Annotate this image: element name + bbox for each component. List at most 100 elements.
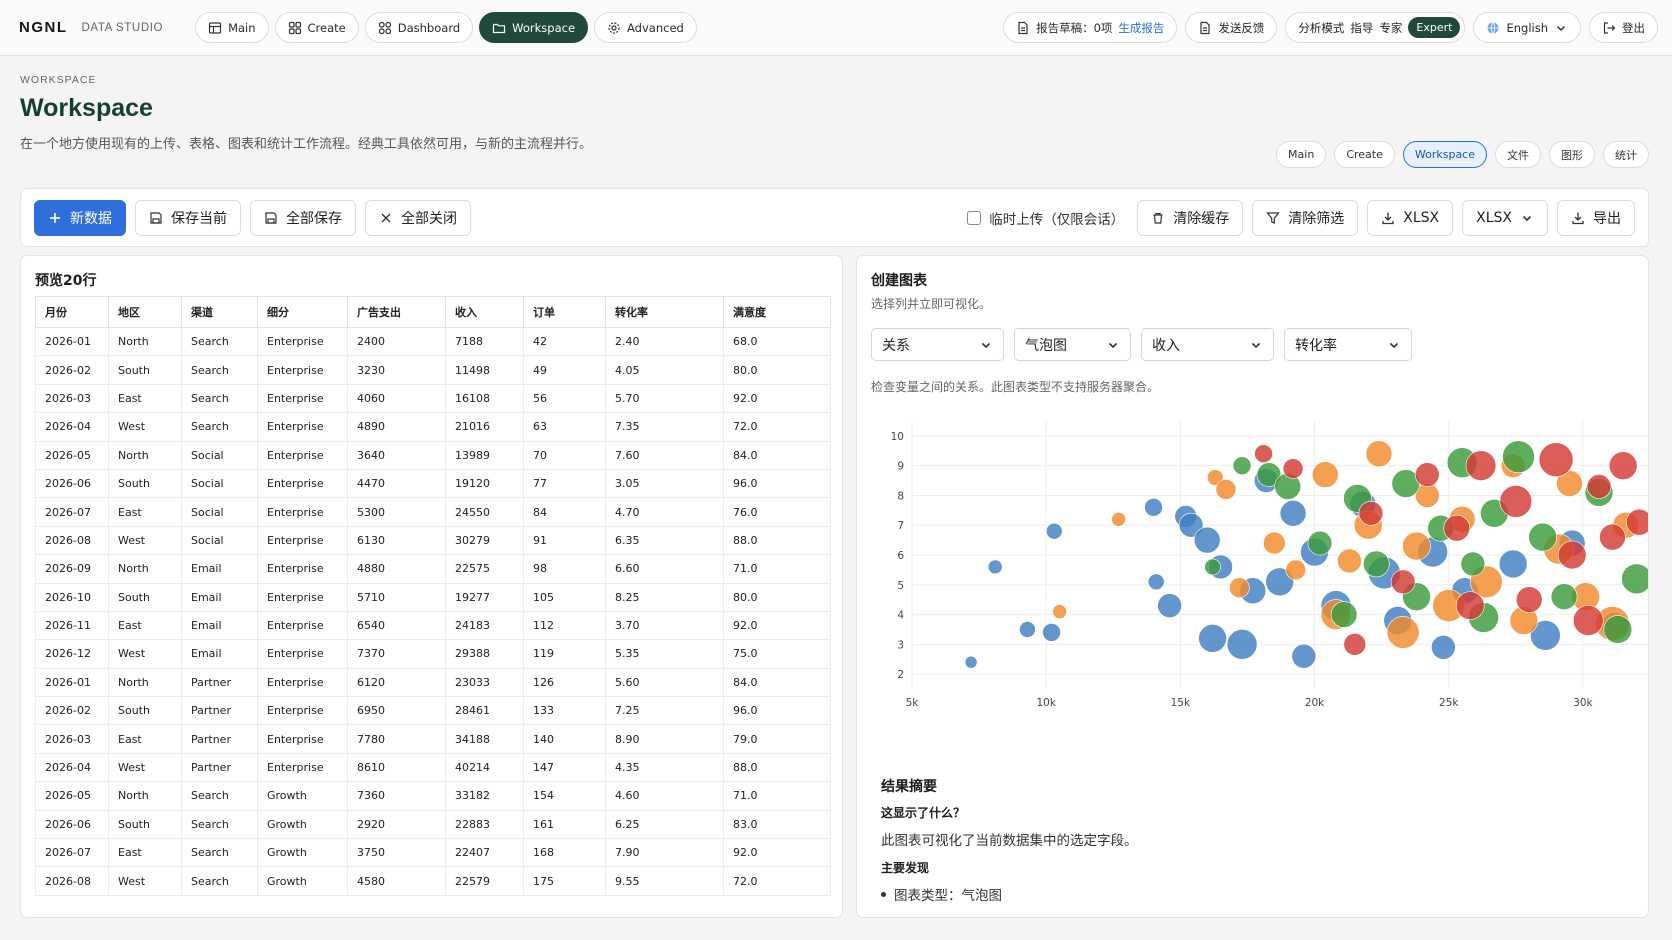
column-header[interactable]: 广告支出 bbox=[347, 296, 446, 328]
bubble-point[interactable] bbox=[1621, 563, 1649, 595]
column-header[interactable]: 满意度 bbox=[723, 296, 831, 328]
nav-create[interactable]: Create bbox=[274, 12, 359, 43]
bubble-point[interactable] bbox=[1229, 577, 1250, 599]
new-data-button[interactable]: 新数据 bbox=[34, 199, 126, 236]
table-row[interactable]: 2026-08 West Search Growth 4580 22579 175 9.55 7… bbox=[35, 866, 831, 896]
bubble-point[interactable] bbox=[1608, 451, 1638, 480]
bubble-point[interactable] bbox=[1052, 604, 1067, 619]
nav-main[interactable]: Main bbox=[195, 12, 269, 43]
bubble-point[interactable] bbox=[1232, 456, 1252, 475]
table-row[interactable]: 2026-06 South Social Enterprise 4470 19120 77 3… bbox=[35, 468, 831, 499]
logout-button[interactable]: 登出 bbox=[1589, 12, 1658, 43]
table-row[interactable]: 2026-10 South Email Enterprise 5710 19277 105 8… bbox=[35, 582, 831, 612]
bubble-point[interactable] bbox=[1337, 548, 1362, 574]
subtab-create[interactable]: Create bbox=[1334, 141, 1395, 168]
bubble-point[interactable] bbox=[1586, 474, 1612, 499]
mode-expert-option[interactable]: 专家 bbox=[1379, 20, 1402, 36]
bubble-point[interactable] bbox=[1498, 549, 1528, 579]
bubble-point[interactable] bbox=[1291, 643, 1317, 669]
generate-report-link[interactable]: 生成报告 bbox=[1118, 20, 1164, 36]
bubble-point[interactable] bbox=[1215, 479, 1237, 500]
format-select[interactable]: XLSX bbox=[1462, 199, 1548, 236]
bubble-point[interactable] bbox=[1455, 591, 1485, 620]
bubble-point[interactable] bbox=[1550, 583, 1578, 610]
bubble-point[interactable] bbox=[1502, 440, 1535, 474]
clear-cache-button[interactable]: 清除缓存 bbox=[1137, 199, 1244, 236]
bubble-point[interactable] bbox=[1045, 522, 1063, 540]
bubble-point[interactable] bbox=[1443, 514, 1471, 542]
bubble-point[interactable] bbox=[1538, 442, 1574, 478]
bubble-point[interactable] bbox=[1307, 530, 1333, 556]
column-header[interactable]: 地区 bbox=[108, 296, 182, 328]
bubble-point[interactable] bbox=[987, 559, 1003, 575]
table-row[interactable]: 2026-09 North Email Enterprise 4880 22575 98 6.… bbox=[35, 554, 831, 584]
table-row[interactable]: 2026-07 East Search Growth 3750 22407 168 7.90 9… bbox=[35, 838, 831, 868]
bubble-point[interactable] bbox=[1460, 551, 1486, 577]
column-header[interactable]: 渠道 bbox=[181, 296, 258, 328]
bubble-point[interactable] bbox=[1465, 450, 1497, 481]
nav-dashboard[interactable]: Dashboard bbox=[364, 12, 474, 43]
table-row[interactable]: 2026-02 South Search Enterprise 3230 11498 49 4… bbox=[35, 355, 831, 385]
x-column-select[interactable]: 收入 bbox=[1141, 328, 1274, 361]
table-row[interactable]: 2026-02 South Partner Enterprise 6950 28461 13… bbox=[35, 696, 831, 726]
download-xlsx-button[interactable]: XLSX bbox=[1367, 199, 1454, 236]
bubble-point[interactable] bbox=[964, 655, 978, 669]
mode-active-badge[interactable]: Expert bbox=[1408, 17, 1461, 38]
subtab-stats[interactable]: 统计 bbox=[1603, 141, 1649, 168]
report-draft[interactable]: 报告草稿：0项 生成报告 bbox=[1003, 12, 1178, 43]
feedback-button[interactable]: 发送反馈 bbox=[1185, 12, 1278, 43]
save-current-button[interactable]: 保存当前 bbox=[135, 199, 241, 236]
nav-workspace[interactable]: Workspace bbox=[479, 12, 589, 43]
bubble-point[interactable] bbox=[1515, 586, 1543, 613]
bubble-point[interactable] bbox=[1311, 461, 1339, 488]
y-column-select[interactable]: 转化率 bbox=[1284, 328, 1412, 361]
bubble-point[interactable] bbox=[1625, 508, 1649, 536]
bubble-point[interactable] bbox=[1285, 559, 1307, 581]
table-row[interactable]: 2026-11 East Email Enterprise 6540 24183 112 3.… bbox=[35, 610, 831, 641]
chart-type-select[interactable]: 气泡图 bbox=[1014, 328, 1131, 361]
bubble-point[interactable] bbox=[1431, 635, 1456, 660]
bubble-point[interactable] bbox=[1254, 444, 1273, 464]
bubble-point[interactable] bbox=[1111, 511, 1126, 527]
bubble-point[interactable] bbox=[1279, 500, 1307, 527]
bubble-point[interactable] bbox=[1147, 573, 1165, 591]
column-header[interactable]: 月份 bbox=[35, 296, 109, 328]
nav-advanced[interactable]: Advanced bbox=[594, 12, 697, 43]
table-row[interactable]: 2026-05 North Search Growth 7360 33182 154 4.60… bbox=[35, 781, 831, 811]
subtab-main[interactable]: Main bbox=[1276, 141, 1327, 168]
language-select[interactable]: English bbox=[1473, 12, 1581, 43]
bubble-chart[interactable]: 5k 10k 15k 20k 25k 30k 2 3 4 5 6 7 8 9 10 bbox=[857, 421, 1649, 721]
bubble-point[interactable] bbox=[1362, 550, 1390, 578]
bubble-point[interactable] bbox=[1157, 593, 1182, 618]
bubble-point[interactable] bbox=[1330, 601, 1358, 628]
bubble-point[interactable] bbox=[1599, 523, 1626, 551]
bubble-point[interactable] bbox=[1343, 633, 1367, 656]
temp-upload-checkbox[interactable] bbox=[967, 210, 982, 225]
bubble-point[interactable] bbox=[1282, 458, 1304, 479]
analysis-type-select[interactable]: 关系 bbox=[871, 328, 1004, 361]
table-row[interactable]: 2026-03 East Search Enterprise 4060 16108 56 5.… bbox=[35, 383, 831, 414]
table-row[interactable]: 2026-04 West Search Enterprise 4890 21016 63 7.… bbox=[35, 412, 831, 442]
bubble-point[interactable] bbox=[1572, 605, 1604, 636]
bubble-point[interactable] bbox=[1358, 501, 1384, 526]
table-row[interactable]: 2026-06 South Search Growth 2920 22883 161 6.25… bbox=[35, 809, 831, 840]
table-row[interactable]: 2026-01 North Search Enterprise 2400 7188 42 2.… bbox=[35, 326, 831, 357]
bubble-point[interactable] bbox=[1226, 629, 1258, 660]
bubble-point[interactable] bbox=[1414, 462, 1440, 487]
subtab-workspace[interactable]: Workspace bbox=[1402, 141, 1487, 168]
bubble-point[interactable] bbox=[1557, 540, 1587, 570]
bubble-point[interactable] bbox=[1193, 526, 1221, 554]
bubble-point[interactable] bbox=[1144, 498, 1163, 517]
bubble-point[interactable] bbox=[1603, 615, 1633, 644]
close-all-button[interactable]: 全部关闭 bbox=[365, 199, 471, 236]
table-row[interactable]: 2026-05 North Social Enterprise 3640 13989 70 7… bbox=[35, 440, 831, 470]
bubble-point[interactable] bbox=[1499, 485, 1533, 518]
column-header[interactable]: 收入 bbox=[445, 296, 524, 328]
column-header[interactable]: 细分 bbox=[257, 296, 348, 328]
bubble-point[interactable] bbox=[1262, 531, 1286, 555]
temp-upload-toggle[interactable]: 临时上传（仅限会话） bbox=[967, 208, 1124, 228]
subtab-graphics[interactable]: 图形 bbox=[1549, 141, 1595, 168]
table-row[interactable]: 2026-03 East Partner Enterprise 7780 34188 140… bbox=[35, 724, 831, 754]
bubble-point[interactable] bbox=[1365, 440, 1393, 468]
save-all-button[interactable]: 全部保存 bbox=[250, 199, 356, 236]
